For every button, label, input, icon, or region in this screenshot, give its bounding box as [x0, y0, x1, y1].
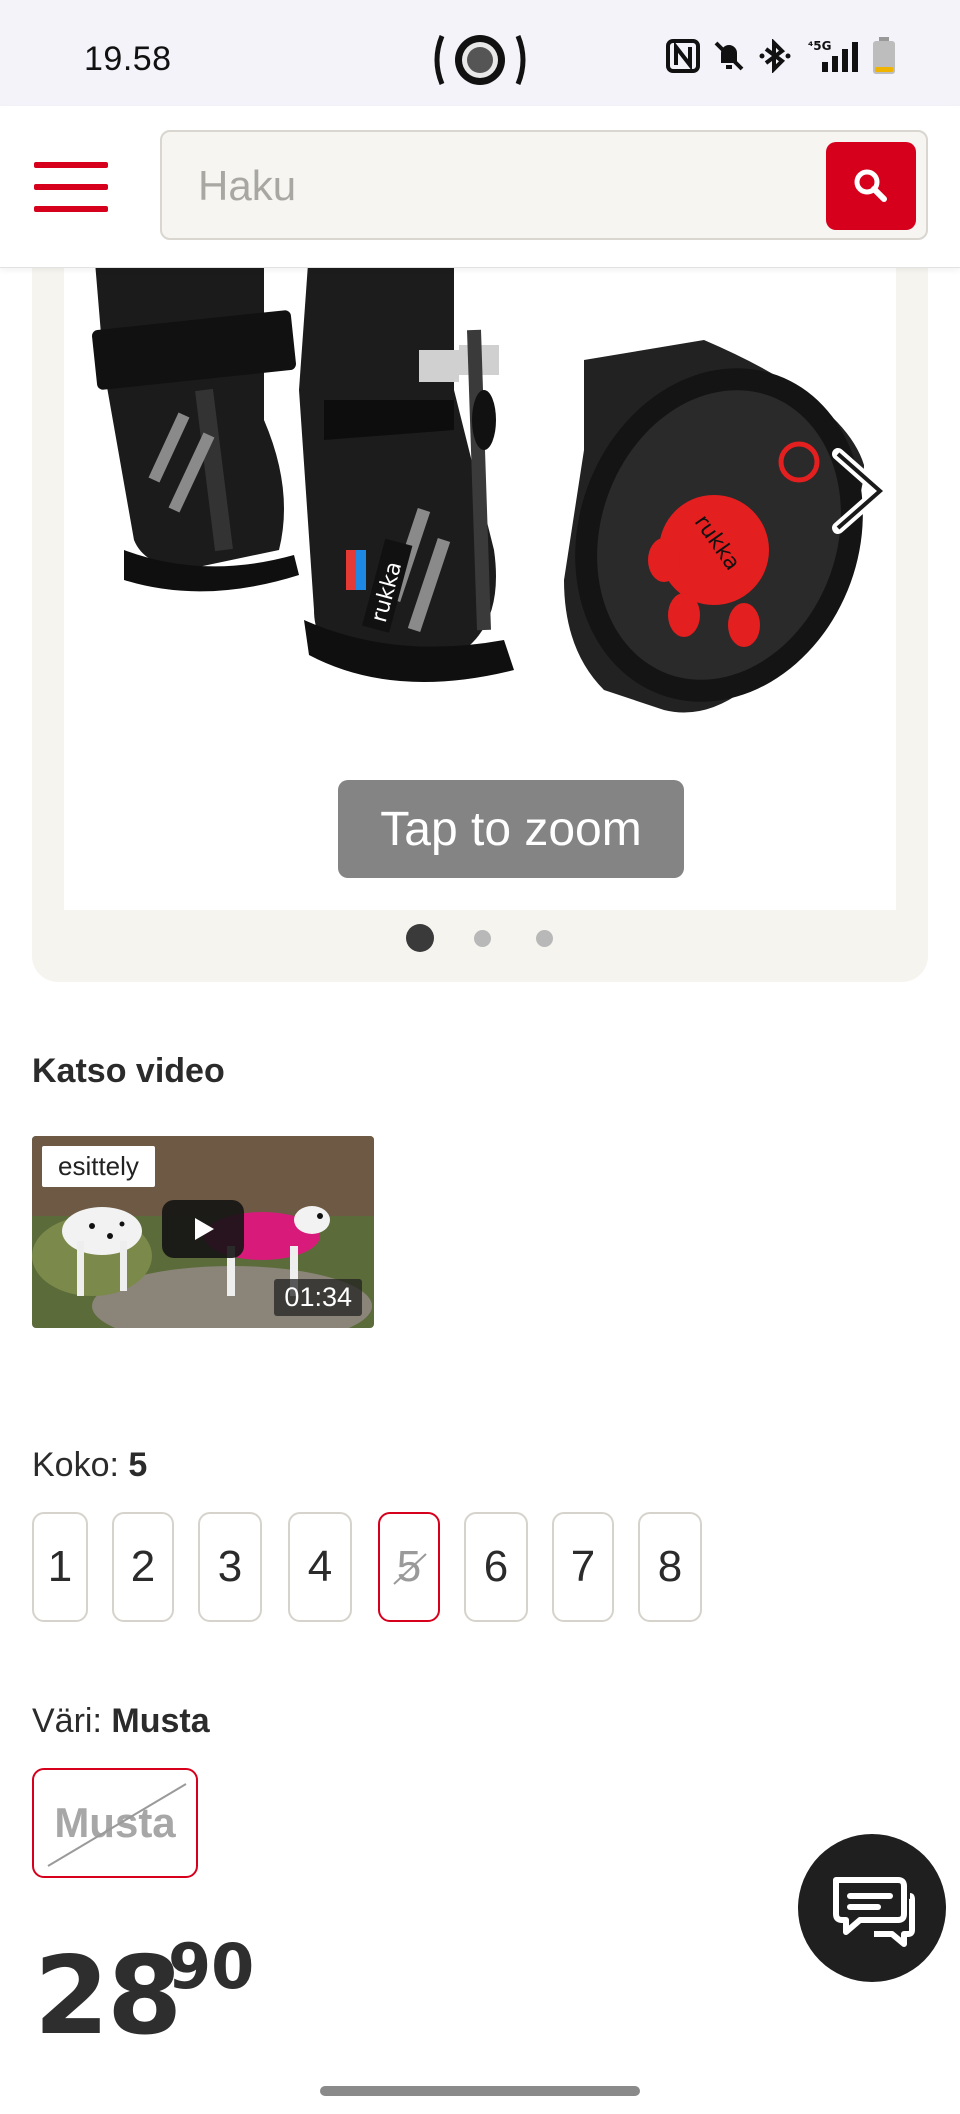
video-heading: Katso video	[32, 1052, 225, 1090]
home-indicator[interactable]	[320, 2086, 640, 2096]
color-label: Väri: Musta	[32, 1702, 210, 1741]
svg-text:⁴5G: ⁴5G	[808, 39, 831, 53]
pagination-dot-2[interactable]	[474, 930, 491, 947]
search-input[interactable]	[198, 156, 798, 216]
status-icons: ⁴5G	[666, 36, 896, 80]
video-tag: esittely	[42, 1146, 155, 1187]
size-option-7[interactable]: 7	[552, 1512, 614, 1622]
chat-icon	[833, 1877, 915, 1947]
camera-cutout-icon	[430, 30, 530, 90]
chat-button[interactable]	[798, 1834, 946, 1982]
search-icon	[854, 169, 887, 202]
5g-signal-icon: ⁴5G	[804, 38, 860, 79]
chevron-right-icon	[832, 448, 890, 534]
size-selected-value: 5	[128, 1446, 148, 1484]
search-button[interactable]	[826, 142, 916, 230]
status-bar: 19.58 ⁴5G	[0, 0, 960, 106]
pagination-dot-1[interactable]	[406, 924, 434, 952]
size-option-2[interactable]: 2	[112, 1512, 174, 1622]
pagination-dot-3[interactable]	[536, 930, 553, 947]
size-option-4[interactable]: 4	[288, 1512, 352, 1622]
size-option-6[interactable]: 6	[464, 1512, 528, 1622]
size-label-text: Koko:	[32, 1446, 119, 1484]
app-header	[0, 106, 960, 268]
strikethrough-mark	[47, 1783, 187, 1867]
color-selected-value: Musta	[111, 1702, 210, 1740]
strikethrough-mark	[393, 1553, 427, 1585]
bluetooth-icon	[758, 37, 792, 78]
nfc-icon	[666, 38, 700, 78]
play-button[interactable]	[162, 1200, 244, 1258]
price: 28 90	[34, 1930, 254, 2059]
size-option-3[interactable]: 3	[198, 1512, 262, 1622]
battery-icon	[872, 36, 896, 80]
next-image-arrow[interactable]	[824, 446, 894, 536]
size-option-8[interactable]: 8	[638, 1512, 702, 1622]
product-gallery: rukka rukka Tap to zoom	[32, 250, 928, 982]
menu-icon[interactable]	[34, 162, 108, 214]
price-cents: 90	[168, 1930, 255, 2003]
size-label: Koko: 5	[32, 1446, 147, 1485]
play-icon	[195, 1218, 214, 1240]
price-euros: 28	[34, 1934, 182, 2059]
video-thumbnail[interactable]: esittely 01:34	[32, 1136, 374, 1328]
gallery-pagination	[32, 920, 928, 956]
color-label-text: Väri:	[32, 1702, 102, 1740]
product-image[interactable]: rukka rukka Tap to zoom	[64, 250, 896, 910]
status-time: 19.58	[84, 40, 172, 78]
video-duration: 01:34	[274, 1279, 362, 1316]
size-option-5[interactable]: 5	[378, 1512, 440, 1622]
color-option-musta[interactable]: Musta	[32, 1768, 198, 1878]
search-box	[160, 130, 928, 240]
size-option-1[interactable]: 1	[32, 1512, 88, 1622]
mute-icon	[712, 39, 746, 78]
tap-to-zoom-hint[interactable]: Tap to zoom	[338, 780, 684, 878]
